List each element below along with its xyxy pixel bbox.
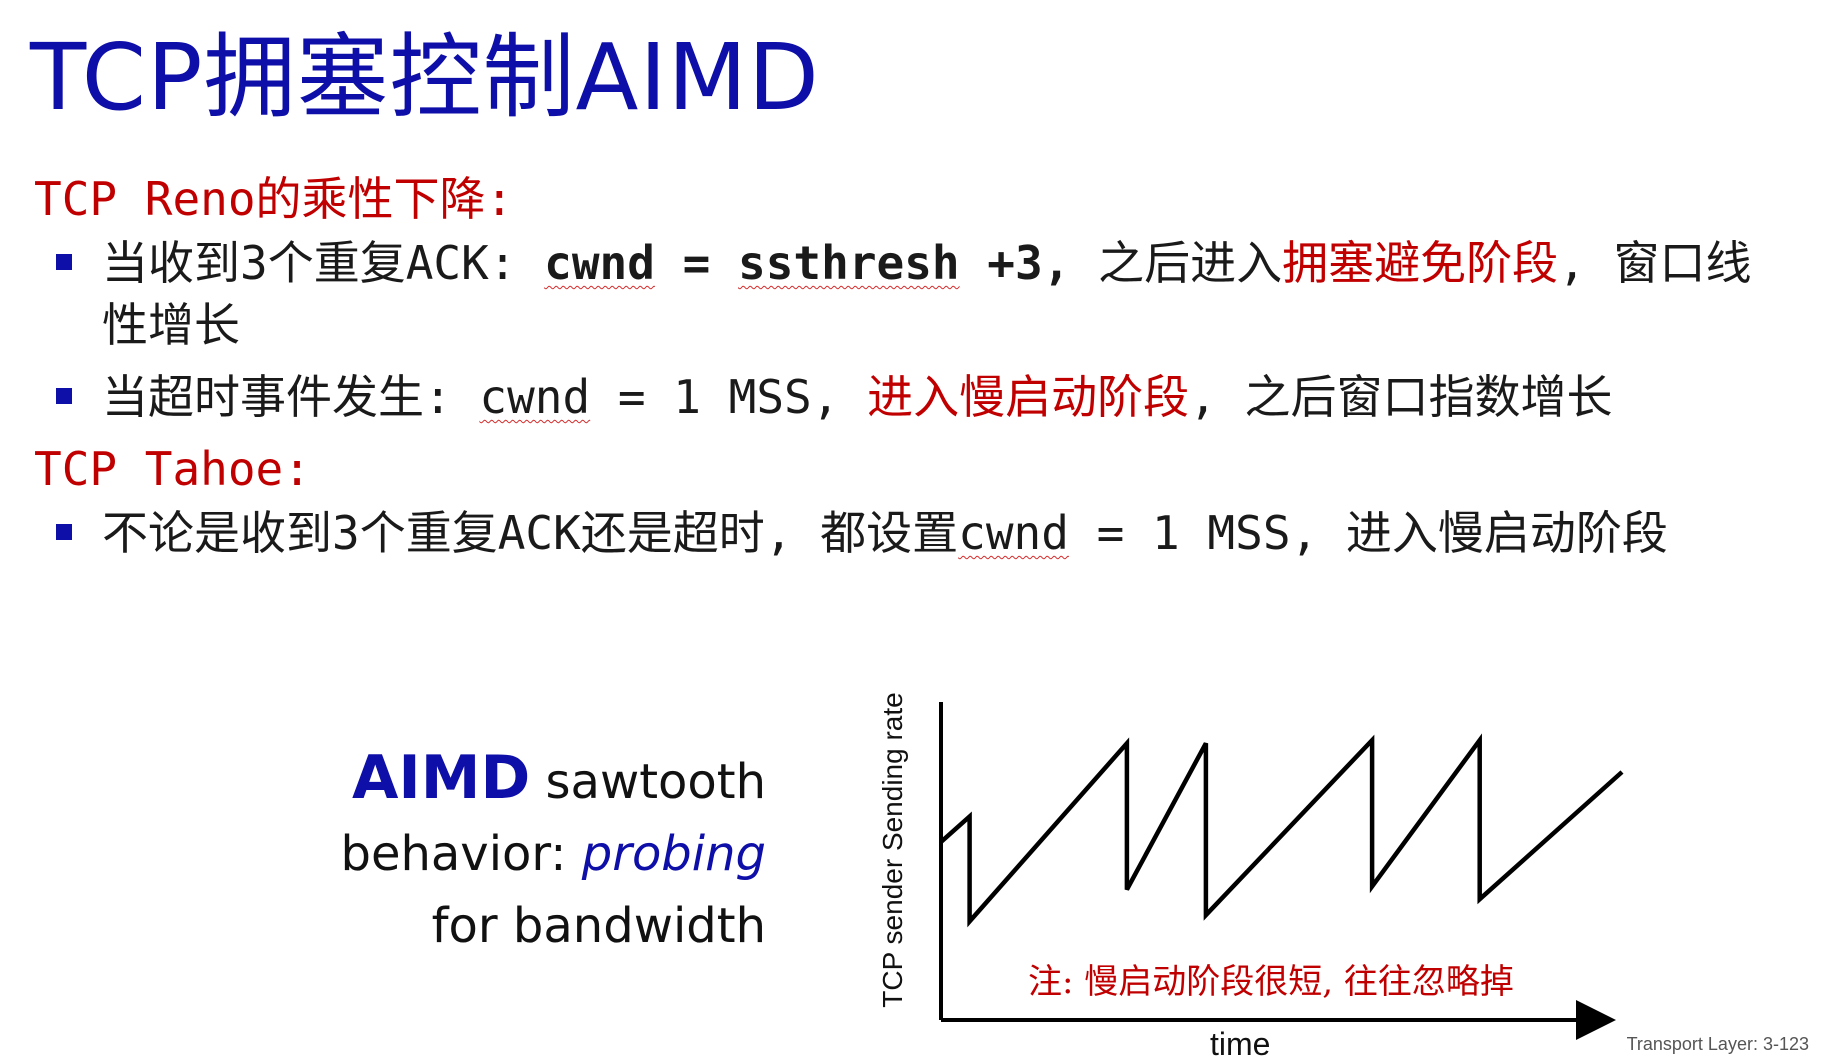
aimd-sawtooth-chart: [939, 702, 1624, 1040]
chart-note: 注: 慢启动阶段很短, 往往忽略掉: [1028, 962, 1514, 1002]
slide-footer: Transport Layer: 3-123: [1626, 1034, 1809, 1054]
sawtooth-line: [939, 733, 1624, 928]
y-axis-label: TCP sender Sending rate: [877, 692, 908, 1008]
x-axis-label: time: [1210, 1026, 1271, 1062]
